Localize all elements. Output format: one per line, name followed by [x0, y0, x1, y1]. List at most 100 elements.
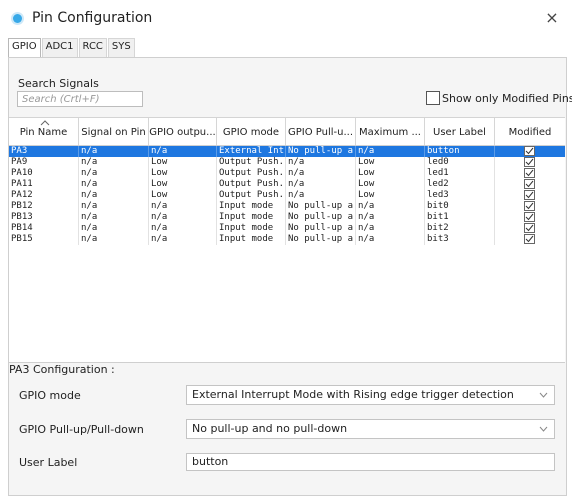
- cell-modified: [495, 234, 565, 245]
- table-row[interactable]: PB14n/an/aInput modeNo pull-up a...n/abi…: [9, 223, 565, 234]
- cell-pin: PB12: [9, 201, 79, 212]
- checkmark-icon: [525, 147, 534, 155]
- column-header-user-label[interactable]: User Label: [425, 118, 495, 145]
- checkmark-icon: [525, 191, 534, 199]
- column-header-maximum[interactable]: Maximum ...: [356, 118, 425, 145]
- column-label: Pin Name: [19, 127, 68, 138]
- cell-output: n/a: [149, 146, 217, 157]
- cell-signal: n/a: [79, 157, 149, 168]
- gpio-mode-label: GPIO mode: [19, 389, 81, 402]
- gpio-pull-select[interactable]: No pull-up and no pull-down: [186, 419, 555, 439]
- cell-label: button: [425, 146, 495, 157]
- modified-checkbox[interactable]: [524, 234, 535, 244]
- cell-max: n/a: [356, 201, 425, 212]
- cell-label: led3: [425, 190, 495, 201]
- table-row[interactable]: PA10n/aLowOutput Push...n/aLowled1: [9, 168, 565, 179]
- table-row[interactable]: PA9n/aLowOutput Push...n/aLowled0: [9, 157, 565, 168]
- checkmark-icon: [525, 169, 534, 177]
- cell-max: n/a: [356, 146, 425, 157]
- cell-output: Low: [149, 168, 217, 179]
- cell-pull: No pull-up a...: [286, 201, 356, 212]
- modified-checkbox[interactable]: [524, 179, 535, 189]
- sort-ascending-icon: [40, 120, 50, 126]
- modified-checkbox[interactable]: [524, 190, 535, 200]
- tab-sys[interactable]: SYS: [107, 38, 135, 57]
- cell-max: Low: [356, 168, 425, 179]
- cell-mode: External Int...: [219, 146, 286, 157]
- modified-checkbox[interactable]: [524, 146, 535, 156]
- tab-gpio[interactable]: GPIO: [8, 38, 41, 59]
- cell-mode: Input mode: [217, 201, 286, 212]
- user-label-input[interactable]: button: [186, 453, 555, 471]
- chevron-down-icon: [539, 426, 548, 432]
- cell-output: Low: [149, 179, 217, 190]
- checkmark-icon: [525, 213, 534, 221]
- cell-modified: [495, 179, 565, 190]
- tab-adc1[interactable]: ADC1: [41, 38, 78, 57]
- window-title: Pin Configuration: [32, 10, 153, 26]
- table-header: Pin Name Signal on Pin GPIO outpu... GPI…: [9, 118, 565, 146]
- cell-output: n/a: [149, 223, 217, 234]
- cell-label: bit0: [425, 201, 495, 212]
- cell-modified: [495, 212, 565, 223]
- table-row[interactable]: PB13n/an/aInput modeNo pull-up a...n/abi…: [9, 212, 565, 223]
- cell-signal: n/a: [79, 146, 149, 157]
- cell-label: bit2: [425, 223, 495, 234]
- cell-pin: PA3: [9, 146, 79, 157]
- modified-checkbox[interactable]: [524, 212, 535, 222]
- cell-output: n/a: [149, 234, 217, 245]
- column-header-gpio-output[interactable]: GPIO outpu...: [149, 118, 217, 145]
- cell-mode: Input mode: [217, 234, 286, 245]
- column-header-signal[interactable]: Signal on Pin: [79, 118, 149, 145]
- modified-checkbox[interactable]: [524, 157, 535, 167]
- cell-pin: PB13: [9, 212, 79, 223]
- modified-checkbox[interactable]: [524, 223, 535, 233]
- cell-modified: [495, 157, 565, 168]
- cell-pull: No pull-up a...: [286, 234, 356, 245]
- cell-pin: PA10: [9, 168, 79, 179]
- modified-checkbox[interactable]: [524, 168, 535, 178]
- app-icon: [13, 14, 22, 23]
- column-header-gpio-mode[interactable]: GPIO mode: [217, 118, 286, 145]
- pin-table: Pin Name Signal on Pin GPIO outpu... GPI…: [9, 117, 565, 362]
- checkmark-icon: [525, 202, 534, 210]
- cell-modified: [495, 190, 565, 201]
- cell-signal: n/a: [79, 234, 149, 245]
- tab-rcc[interactable]: RCC: [78, 38, 107, 57]
- gpio-mode-select[interactable]: External Interrupt Mode with Rising edge…: [186, 385, 555, 405]
- checkmark-icon: [525, 158, 534, 166]
- cell-signal: n/a: [79, 179, 149, 190]
- show-modified-label: Show only Modified Pins: [442, 92, 572, 105]
- cell-mode: Output Push...: [219, 190, 286, 201]
- table-row[interactable]: PA11n/aLowOutput Push...n/aLowled2: [9, 179, 565, 190]
- config-title: PA3 Configuration :: [9, 363, 115, 376]
- show-modified-checkbox[interactable]: [426, 91, 440, 105]
- checkmark-icon: [525, 224, 534, 232]
- modified-checkbox[interactable]: [524, 201, 535, 211]
- column-header-gpio-pull[interactable]: GPIO Pull-u...: [286, 118, 356, 145]
- user-label-label: User Label: [19, 456, 78, 469]
- cell-signal: n/a: [79, 223, 149, 234]
- cell-max: n/a: [356, 212, 425, 223]
- cell-pull: No pull-up a...: [286, 223, 356, 234]
- search-input[interactable]: Search (Crtl+F): [17, 91, 143, 107]
- table-row[interactable]: PA12n/aLowOutput Push...n/aLowled3: [9, 190, 565, 201]
- table-row[interactable]: PB15n/an/aInput modeNo pull-up a...n/abi…: [9, 234, 565, 245]
- cell-signal: n/a: [79, 190, 149, 201]
- title-bar: Pin Configuration ×: [0, 0, 572, 36]
- table-row[interactable]: PB12n/an/aInput modeNo pull-up a...n/abi…: [9, 201, 565, 212]
- column-header-modified[interactable]: Modified: [495, 118, 565, 145]
- gpio-pull-label: GPIO Pull-up/Pull-down: [19, 423, 144, 436]
- cell-pull: No pull-up a...: [286, 212, 356, 223]
- table-row[interactable]: PA3n/an/aExternal Int...No pull-up a...n…: [9, 146, 565, 157]
- cell-pin: PA12: [9, 190, 79, 201]
- search-label: Search Signals: [18, 77, 99, 90]
- cell-pin: PB14: [9, 223, 79, 234]
- close-button[interactable]: ×: [542, 8, 562, 28]
- checkmark-icon: [525, 180, 534, 188]
- cell-modified: [495, 168, 565, 179]
- column-header-pin-name[interactable]: Pin Name: [9, 118, 79, 145]
- cell-pull: n/a: [286, 157, 356, 168]
- cell-signal: n/a: [79, 201, 149, 212]
- cell-label: led2: [425, 179, 495, 190]
